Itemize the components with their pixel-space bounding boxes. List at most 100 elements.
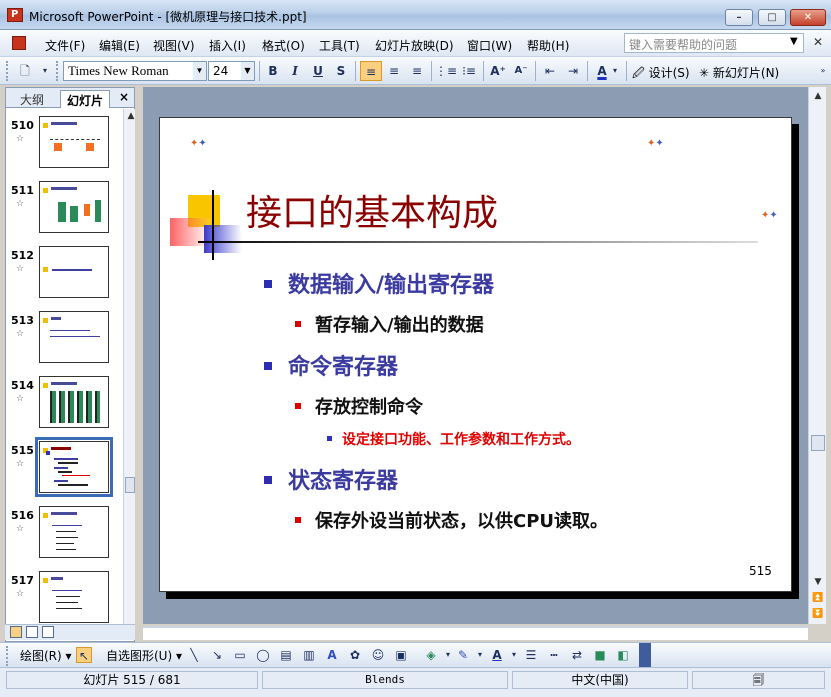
slide-thumbnail[interactable]	[39, 246, 109, 298]
align-right-icon[interactable]: ≡	[406, 61, 428, 81]
align-left-icon[interactable]: ≡	[360, 61, 382, 81]
fill-color-dropdown-icon[interactable]: ▾	[440, 647, 456, 663]
status-spelling-icon[interactable]: 🗐	[692, 671, 825, 689]
slide-thumbnail[interactable]	[39, 506, 109, 558]
tab-slides[interactable]: 幻灯片	[60, 90, 111, 108]
bullet-level1[interactable]: 数据输入/输出寄存器	[264, 267, 494, 299]
toolbar-options-icon[interactable]	[639, 643, 651, 668]
oval-icon[interactable]: ◯	[255, 647, 271, 663]
slide-sorter-view-icon[interactable]	[26, 626, 38, 638]
tab-outline[interactable]: 大纲	[14, 90, 50, 108]
help-dropdown-icon[interactable]: ▼	[790, 36, 798, 47]
document-icon[interactable]	[12, 36, 26, 50]
slide-thumbnail[interactable]	[39, 376, 109, 428]
notes-pane[interactable]	[143, 626, 808, 640]
previous-slide-icon[interactable]: ⏫	[811, 591, 825, 605]
slide-thumbnail-selected[interactable]	[35, 437, 113, 497]
thumbnail-scrollbar[interactable]: ▲ ▼	[123, 109, 135, 639]
new-slide-button[interactable]: ✳ 新幻灯片(N)	[699, 64, 779, 81]
autoshapes-button[interactable]: 自选图形(U) ▾	[106, 647, 182, 664]
fill-color-icon[interactable]: ◈	[423, 647, 439, 663]
select-objects-icon[interactable]: ↖	[76, 647, 92, 663]
toolbar-grip[interactable]	[56, 61, 59, 81]
italic-button[interactable]: I	[284, 61, 306, 81]
underline-button[interactable]: U	[307, 61, 329, 81]
bullets-icon[interactable]: ⁝≡	[458, 61, 480, 81]
slide-thumbnail[interactable]	[39, 571, 109, 623]
arrow-style-icon[interactable]: ⇄	[569, 647, 585, 663]
rectangle-icon[interactable]: ▭	[232, 647, 248, 663]
bullet-level1[interactable]: 命令寄存器	[264, 349, 398, 381]
design-button[interactable]: 🖉 设计(S)	[632, 64, 690, 85]
diagram-icon[interactable]: ✿	[347, 647, 363, 663]
font-dropdown-icon[interactable]: ▼	[193, 62, 206, 80]
arrow-icon[interactable]: ↘	[209, 647, 225, 663]
textbox-icon[interactable]: ▤	[278, 647, 294, 663]
menu-format[interactable]: 格式(O)	[262, 37, 305, 54]
panel-close-icon[interactable]: ×	[119, 90, 129, 104]
bullet-level2[interactable]: 暂存输入/输出的数据	[295, 311, 484, 337]
slide-canvas[interactable]: ✦✦ ✦✦ ✦✦ 接口的基本构成 数据输入/输出寄存器 暂存输入/输出的数据 命…	[159, 117, 792, 592]
wordart-icon[interactable]: A	[324, 647, 340, 663]
scroll-down-icon[interactable]: ▼	[811, 575, 825, 589]
slide-title[interactable]: 接口的基本构成	[246, 184, 498, 236]
draw-menu-button[interactable]: 绘图(R) ▾	[20, 647, 72, 664]
document-close-icon[interactable]: ✕	[813, 35, 823, 49]
decrease-font-icon[interactable]: A⁻	[510, 61, 532, 81]
menu-insert[interactable]: 插入(I)	[209, 37, 246, 54]
numbering-icon[interactable]: ⋮≡	[435, 61, 457, 81]
increase-font-icon[interactable]: A⁺	[487, 61, 509, 81]
menu-window[interactable]: 窗口(W)	[467, 37, 512, 54]
font-color-dropdown-icon[interactable]: ▾	[506, 647, 522, 663]
bullet-level1[interactable]: 状态寄存器	[264, 463, 398, 495]
menu-slideshow[interactable]: 幻灯片放映(D)	[375, 37, 454, 54]
menu-view[interactable]: 视图(V)	[153, 37, 195, 54]
picture-icon[interactable]: ▣	[393, 647, 409, 663]
size-dropdown-icon[interactable]: ▼	[241, 62, 254, 80]
line-color-icon[interactable]: ✎	[455, 647, 471, 663]
font-color-dropdown-icon[interactable]: ▾	[609, 61, 621, 81]
vertical-textbox-icon[interactable]: ▥	[301, 647, 317, 663]
scrollbar-thumb[interactable]	[811, 435, 825, 451]
scrollbar-thumb[interactable]	[125, 477, 135, 493]
normal-view-icon[interactable]	[10, 626, 22, 638]
bullet-level3[interactable]: 设定接口功能、工作参数和工作方式。	[327, 429, 580, 449]
toolbar-grip[interactable]	[6, 61, 9, 81]
line-color-dropdown-icon[interactable]: ▾	[472, 647, 488, 663]
scroll-up-icon[interactable]: ▲	[811, 89, 825, 103]
help-search-input[interactable]: 键入需要帮助的问题	[624, 33, 804, 53]
line-style-icon[interactable]: ☰	[523, 647, 539, 663]
bullet-level2[interactable]: 存放控制命令	[295, 393, 423, 419]
slideshow-view-icon[interactable]	[42, 626, 54, 638]
scroll-up-icon[interactable]: ▲	[124, 109, 138, 123]
menu-help[interactable]: 帮助(H)	[527, 37, 569, 54]
font-name-select[interactable]: Times New Roman ▼	[63, 61, 207, 81]
menu-file[interactable]: 文件(F)	[45, 37, 85, 54]
slide-thumbnail[interactable]	[39, 116, 109, 168]
toolbar-overflow-icon[interactable]: »	[812, 61, 831, 81]
decrease-indent-icon[interactable]: ⇤	[539, 61, 561, 81]
new-document-icon[interactable]: 🗋	[14, 61, 36, 81]
slide-thumbnail[interactable]	[39, 311, 109, 363]
menu-edit[interactable]: 编辑(E)	[99, 37, 140, 54]
bold-button[interactable]: B	[262, 61, 284, 81]
3d-style-icon[interactable]: ◧	[615, 647, 631, 663]
toolbar-grip[interactable]	[6, 646, 9, 666]
increase-indent-icon[interactable]: ⇥	[562, 61, 584, 81]
powerpoint-app-icon[interactable]: P	[7, 8, 23, 22]
next-slide-icon[interactable]: ⏬	[811, 607, 825, 621]
maximize-button[interactable]: □	[758, 9, 786, 26]
align-center-icon[interactable]: ≡	[383, 61, 405, 81]
close-button[interactable]: ✕	[790, 9, 826, 26]
menu-tools[interactable]: 工具(T)	[319, 37, 360, 54]
slide-thumbnail[interactable]	[39, 181, 109, 233]
toolbar-options-icon[interactable]: ▾	[34, 61, 56, 81]
slide-scrollbar[interactable]: ▲ ▼ ⏫ ⏬	[808, 87, 826, 624]
dash-style-icon[interactable]: ┅	[546, 647, 562, 663]
shadow-style-icon[interactable]: ■	[592, 647, 608, 663]
clipart-icon[interactable]: ☺	[370, 647, 386, 663]
minimize-button[interactable]: –	[725, 9, 753, 26]
line-icon[interactable]: ╲	[186, 647, 202, 663]
shadow-button[interactable]: S	[330, 61, 352, 81]
font-size-select[interactable]: 24 ▼	[208, 61, 255, 81]
